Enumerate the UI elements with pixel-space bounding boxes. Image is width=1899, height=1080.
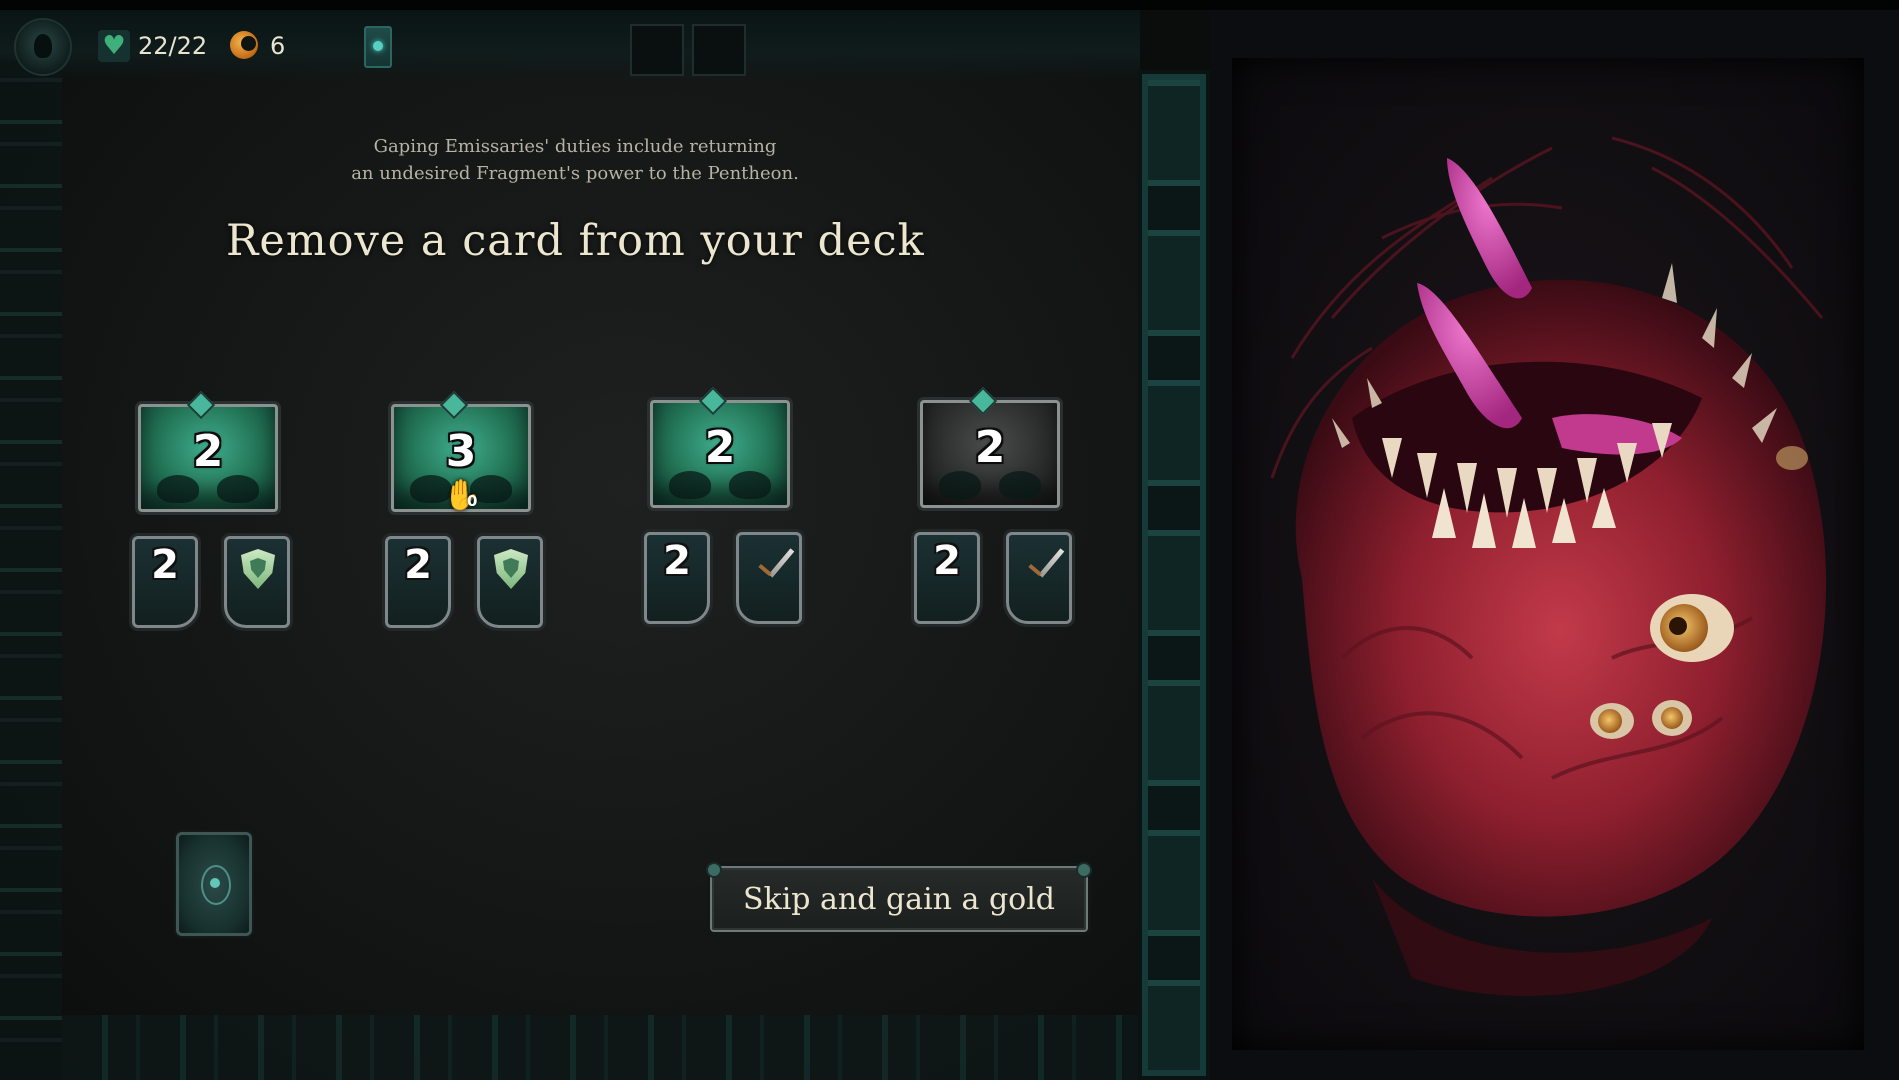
deck-card[interactable]: 2 2 (640, 386, 810, 630)
panel-divider-ornament (1138, 70, 1210, 1080)
top-frame (0, 0, 1899, 10)
hand-count: 0 (467, 492, 478, 510)
health-value: 22/22 (138, 32, 208, 60)
card-value: 2 (404, 542, 432, 588)
heart-icon: ♥ (98, 30, 130, 62)
deck-view-icon[interactable] (364, 26, 392, 68)
sword-icon (750, 542, 790, 582)
empty-relic-slot[interactable] (630, 24, 684, 76)
left-ornament-border (0, 60, 62, 1080)
deck-card[interactable]: 2 2 (910, 386, 1080, 630)
card-value: 2 (663, 538, 691, 584)
button-corner-ornament (1076, 862, 1092, 878)
deck-card[interactable]: 2 2 (128, 390, 298, 634)
gaping-emissary-illustration (1270, 136, 1827, 996)
skip-button-label: Skip and gain a gold (742, 881, 1056, 917)
empty-relic-slot[interactable] (692, 24, 746, 76)
deck-card[interactable]: 3 ✋ 0 2 (381, 390, 551, 634)
card-cost: 2 (192, 426, 224, 477)
card-cost: 3 (445, 426, 477, 477)
flavor-line: an undesired Fragment's power to the Pen… (351, 163, 799, 184)
event-flavor-text: Gaping Emissaries' duties include return… (330, 133, 820, 187)
card-cost: 2 (704, 422, 736, 473)
card-value: 2 (933, 538, 961, 584)
flavor-line: Gaping Emissaries' duties include return… (373, 136, 777, 157)
draw-pile-icon[interactable] (176, 832, 252, 936)
bottom-ornament-border (62, 1015, 1142, 1080)
gold-icon (230, 31, 258, 59)
event-title: Remove a card from your deck (226, 216, 925, 266)
card-cost: 2 (974, 422, 1006, 473)
skip-button[interactable]: Skip and gain a gold (706, 862, 1092, 932)
card-value: 2 (151, 542, 179, 588)
sword-icon (1020, 542, 1060, 582)
gold-value: 6 (270, 32, 286, 60)
button-corner-ornament (706, 862, 722, 878)
player-avatar-icon[interactable] (16, 20, 70, 74)
